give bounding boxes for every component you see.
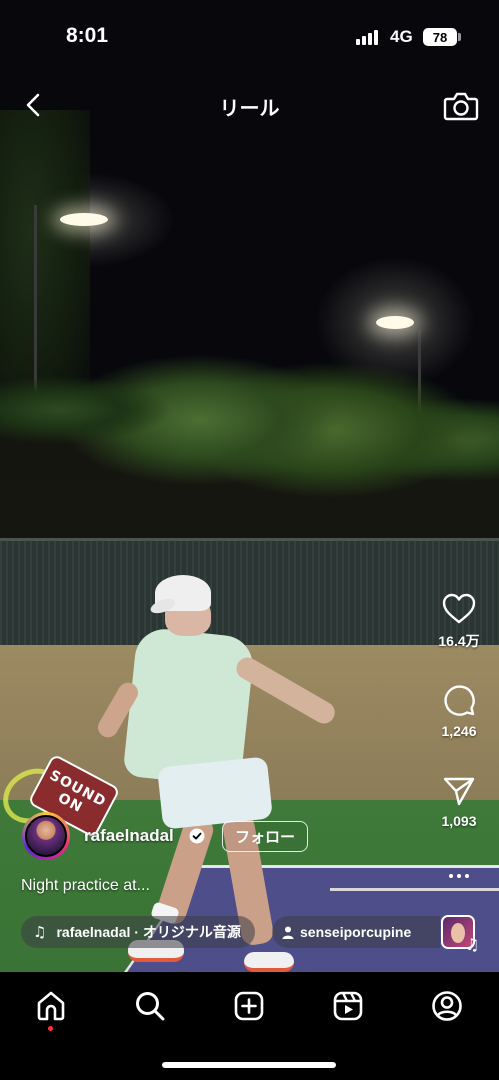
more-dot — [457, 874, 461, 878]
player-shorts — [157, 756, 273, 830]
profile-icon — [432, 991, 462, 1021]
court-line — [330, 888, 499, 891]
share-count: 1,093 — [441, 813, 477, 829]
battery-nub — [458, 33, 461, 41]
status-time: 8:01 — [66, 24, 109, 47]
heart-icon — [442, 593, 476, 624]
music-note-icon: ♫ — [33, 923, 47, 941]
camera-button[interactable] — [442, 88, 480, 124]
nav-profile[interactable] — [429, 988, 465, 1024]
search-icon — [136, 992, 165, 1021]
verified-icon — [189, 828, 205, 844]
more-options-button[interactable] — [444, 865, 474, 887]
like-button[interactable]: 16.4万 — [428, 593, 490, 651]
collaborator-label: senseiporcupine — [300, 924, 412, 940]
reels-icon — [333, 991, 363, 1021]
court-fence — [0, 538, 499, 648]
caption-text[interactable]: Night practice at... — [21, 877, 150, 895]
battery-level: 78 — [432, 29, 448, 45]
music-note-icon: ♫ — [465, 935, 480, 954]
audio-chip[interactable]: ♫ rafaelnadal · オリジナル音源 — [21, 916, 255, 948]
nav-search[interactable] — [132, 988, 168, 1024]
trees — [0, 280, 499, 545]
page-title: リール — [219, 98, 280, 120]
avatar-image — [25, 815, 67, 857]
battery-icon: 78 — [423, 28, 457, 46]
more-dot — [465, 874, 469, 878]
comment-button[interactable]: 1,246 — [428, 683, 490, 739]
floodlight-left — [60, 213, 108, 226]
nav-reels[interactable] — [330, 988, 366, 1024]
audio-label: rafaelnadal · オリジナル音源 — [56, 924, 241, 940]
player-shoe — [244, 952, 294, 972]
comment-icon — [444, 685, 475, 716]
like-count: 16.4万 — [438, 633, 480, 649]
avatar[interactable] — [22, 812, 70, 860]
notification-dot — [48, 1026, 53, 1031]
send-icon — [443, 777, 475, 806]
home-icon — [37, 991, 65, 1021]
more-dot — [449, 874, 453, 878]
person-icon — [282, 926, 294, 939]
status-bar: 8:01 4G 78 — [0, 0, 499, 70]
network-type: 4G — [390, 27, 413, 46]
collaborator-chip[interactable]: senseiporcupine — [272, 916, 440, 948]
cellular-signal-icon — [356, 29, 382, 45]
create-icon — [234, 991, 264, 1021]
nav-home[interactable] — [33, 988, 69, 1024]
comment-count: 1,246 — [441, 723, 477, 739]
nav-create[interactable] — [231, 988, 267, 1024]
username[interactable]: rafaelnadal — [84, 826, 174, 846]
home-indicator — [162, 1062, 336, 1068]
share-button[interactable]: 1,093 — [428, 775, 490, 829]
camera-icon — [443, 92, 479, 121]
follow-button[interactable]: フォロー — [222, 821, 309, 852]
